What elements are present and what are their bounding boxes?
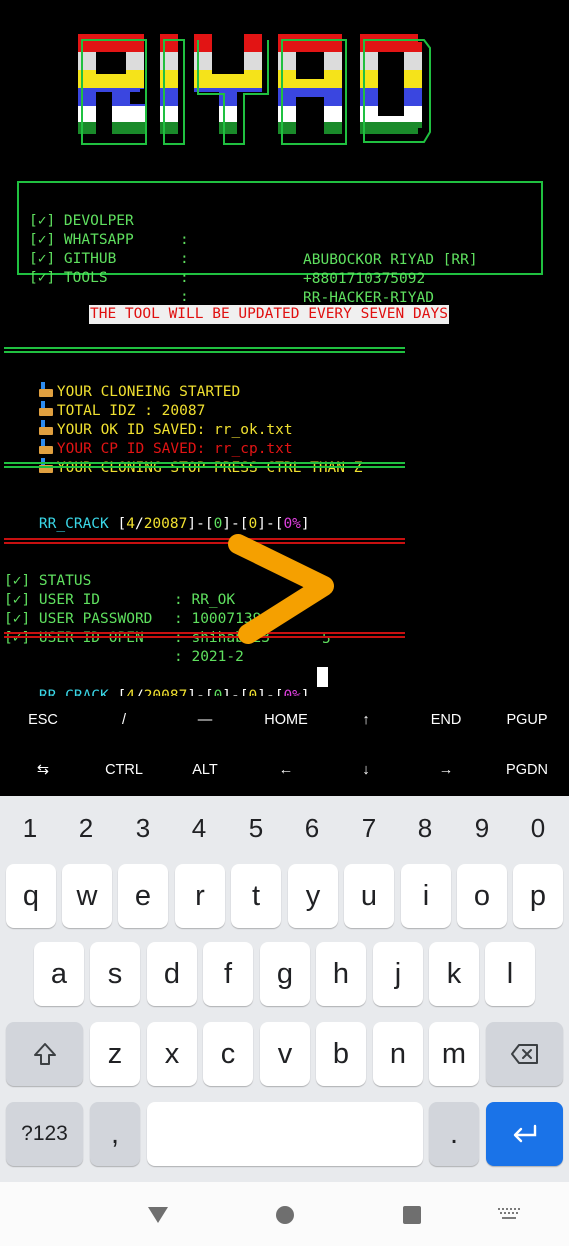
divider-green-top bbox=[4, 347, 405, 353]
key-u[interactable]: u bbox=[344, 864, 394, 928]
extra-key-left[interactable]: ← bbox=[246, 746, 326, 794]
enter-return-icon bbox=[513, 1124, 536, 1143]
key-y[interactable]: y bbox=[288, 864, 338, 928]
key-k[interactable]: k bbox=[429, 942, 479, 1006]
update-banner: THE TOOL WILL BE UPDATED EVERY SEVEN DAY… bbox=[89, 305, 449, 324]
extra-key-up[interactable]: ↑ bbox=[326, 696, 406, 744]
developer-info-box: [✓] DEVOLPER : ABUBOCKOR RIYAD [RR] [✓] … bbox=[17, 181, 543, 325]
key-w[interactable]: w bbox=[62, 864, 112, 928]
extra-key-home[interactable]: HOME bbox=[246, 696, 326, 744]
divider-red-top bbox=[4, 538, 405, 544]
extra-key-pgup[interactable]: PGUP bbox=[487, 696, 567, 744]
triangle-back-icon bbox=[148, 1207, 168, 1223]
keyboard-switch-icon bbox=[498, 1208, 520, 1219]
logo-graphic bbox=[78, 34, 431, 145]
key-1[interactable]: 1 bbox=[2, 810, 58, 846]
key-v[interactable]: v bbox=[260, 1022, 310, 1086]
crack-progress-line-current: RR_CRACK [4/20087]-[0]-[0]-[0%] bbox=[38, 687, 310, 697]
divider-green-bottom bbox=[4, 462, 405, 468]
key-t[interactable]: t bbox=[231, 864, 281, 928]
key-2[interactable]: 2 bbox=[58, 810, 114, 846]
terminal-screen[interactable]: [✓] DEVOLPER : ABUBOCKOR RIYAD [RR] [✓] … bbox=[0, 0, 569, 696]
key-p[interactable]: p bbox=[513, 864, 563, 928]
symbols-key[interactable]: ?123 bbox=[6, 1102, 83, 1166]
key-h[interactable]: h bbox=[316, 942, 366, 1006]
extra-key-right[interactable]: → bbox=[406, 746, 486, 794]
key-a[interactable]: a bbox=[34, 942, 84, 1006]
space-key[interactable] bbox=[147, 1102, 423, 1166]
extra-key-down[interactable]: ↓ bbox=[326, 746, 406, 794]
key-5[interactable]: 5 bbox=[228, 810, 284, 846]
extra-key-end[interactable]: END bbox=[406, 696, 486, 744]
period-key[interactable]: . bbox=[429, 1102, 479, 1166]
key-6[interactable]: 6 bbox=[284, 810, 340, 846]
key-0[interactable]: 0 bbox=[510, 810, 566, 846]
extra-key-slash[interactable]: / bbox=[84, 696, 164, 744]
nav-recents-button[interactable] bbox=[397, 1200, 427, 1230]
nav-back-button[interactable] bbox=[143, 1200, 173, 1230]
divider-red-bottom bbox=[4, 632, 405, 638]
nav-keyboard-switch-button[interactable] bbox=[494, 1200, 524, 1230]
key-3[interactable]: 3 bbox=[115, 810, 171, 846]
soft-keyboard: 1 2 3 4 5 6 7 8 9 0 q w e r t y u i o p … bbox=[0, 796, 569, 1182]
backspace-key[interactable] bbox=[486, 1022, 563, 1086]
key-7[interactable]: 7 bbox=[341, 810, 397, 846]
key-j[interactable]: j bbox=[373, 942, 423, 1006]
nav-home-button[interactable] bbox=[270, 1200, 300, 1230]
key-e[interactable]: e bbox=[118, 864, 168, 928]
key-l[interactable]: l bbox=[485, 942, 535, 1006]
extra-key-dash[interactable]: — bbox=[165, 696, 245, 744]
extra-key-tab[interactable]: ⇆ bbox=[3, 746, 83, 794]
info-row-tools: [✓] TOOLS : RR-FILE-CLONING bbox=[29, 269, 434, 325]
extra-key-alt[interactable]: ALT bbox=[165, 746, 245, 794]
key-d[interactable]: d bbox=[147, 942, 197, 1006]
backspace-icon bbox=[510, 1044, 538, 1064]
key-f[interactable]: f bbox=[203, 942, 253, 1006]
key-m[interactable]: m bbox=[429, 1022, 479, 1086]
terminal-cursor bbox=[317, 667, 328, 687]
key-4[interactable]: 4 bbox=[171, 810, 227, 846]
key-8[interactable]: 8 bbox=[397, 810, 453, 846]
square-recents-icon bbox=[403, 1206, 421, 1224]
shift-key[interactable] bbox=[6, 1022, 83, 1086]
enter-key[interactable] bbox=[486, 1102, 563, 1166]
key-s[interactable]: s bbox=[90, 942, 140, 1006]
key-q[interactable]: q bbox=[6, 864, 56, 928]
riyad-ascii-logo bbox=[78, 34, 438, 150]
key-b[interactable]: b bbox=[316, 1022, 366, 1086]
key-x[interactable]: x bbox=[147, 1022, 197, 1086]
key-z[interactable]: z bbox=[90, 1022, 140, 1086]
terminal-extra-keys: ESC / — HOME ↑ END PGUP ⇆ CTRL ALT ← ↓ →… bbox=[0, 696, 569, 796]
key-c[interactable]: c bbox=[203, 1022, 253, 1086]
key-i[interactable]: i bbox=[401, 864, 451, 928]
extra-key-pgdn[interactable]: PGDN bbox=[487, 746, 567, 794]
circle-home-icon bbox=[276, 1206, 294, 1224]
key-o[interactable]: o bbox=[457, 864, 507, 928]
extra-key-ctrl[interactable]: CTRL bbox=[84, 746, 164, 794]
key-g[interactable]: g bbox=[260, 942, 310, 1006]
system-navigation-bar bbox=[0, 1182, 569, 1246]
key-r[interactable]: r bbox=[175, 864, 225, 928]
extra-key-esc[interactable]: ESC bbox=[3, 696, 83, 744]
key-n[interactable]: n bbox=[373, 1022, 423, 1086]
orange-arrow-icon bbox=[228, 534, 334, 644]
key-9[interactable]: 9 bbox=[454, 810, 510, 846]
comma-key[interactable]: , bbox=[90, 1102, 140, 1166]
shift-arrow-icon bbox=[33, 1043, 56, 1065]
